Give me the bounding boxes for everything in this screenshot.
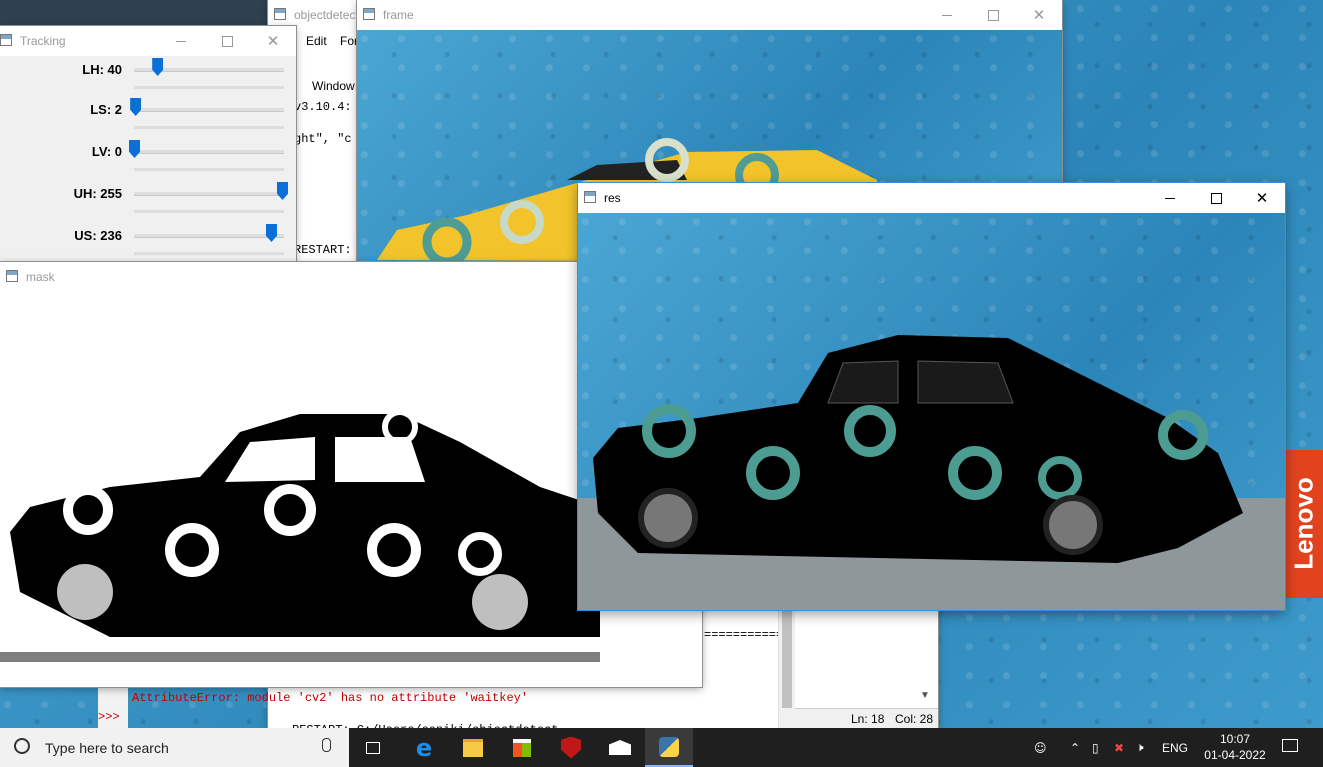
clock-time: 10:07 (1219, 732, 1251, 746)
search-circle-icon (14, 738, 30, 754)
res-close-button[interactable]: ✕ (1239, 183, 1285, 213)
show-hidden-icons-chevron-icon[interactable]: ⌃ (1070, 741, 1092, 755)
file-explorer-icon[interactable] (449, 728, 497, 767)
trackbar-label: LV: 0 (91, 144, 122, 159)
tracking-window[interactable]: Tracking ✕ LH: 40 LS: 2 LV: 0 UH: 255 US… (0, 26, 296, 262)
microphone-icon[interactable] (322, 738, 331, 752)
language-indicator[interactable]: ENG (1162, 741, 1192, 755)
slider-thumb[interactable] (152, 58, 164, 76)
taskbar: Type here to search e ☺ ⌃ ▯ ✖ 🕨 ENG 10:0… (0, 728, 1323, 767)
tracking-close-button[interactable]: ✕ (250, 26, 296, 56)
mask-title: mask (26, 270, 55, 284)
frame-maximize-button[interactable] (970, 0, 1016, 30)
idle-menu-edit[interactable]: Edit (306, 34, 327, 48)
opencv-window-icon (363, 8, 375, 20)
opencv-window-icon (584, 191, 596, 203)
volume-icon[interactable]: 🕨 (1136, 740, 1162, 755)
python-file-icon (274, 8, 286, 20)
frame-minimize-button[interactable] (924, 0, 970, 30)
tracking-maximize-button[interactable] (204, 26, 250, 56)
idle-separator: =========== (704, 628, 784, 642)
res-car-illustration (578, 335, 1285, 610)
idle-scroll-down-arrow[interactable]: ▼ (920, 690, 930, 701)
store-icon[interactable] (498, 728, 546, 767)
trackbar-label: LH: 40 (82, 62, 122, 77)
slider-track[interactable] (134, 108, 284, 112)
idle-menu-window[interactable]: Window (312, 79, 355, 93)
search-placeholder: Type here to search (45, 740, 169, 756)
slider-groove (134, 210, 284, 213)
slider-track[interactable] (134, 192, 284, 196)
battery-icon[interactable]: ▯ (1092, 741, 1114, 755)
trackbar-us[interactable]: US: 236 (0, 222, 296, 262)
people-icon[interactable]: ☺ (1034, 741, 1056, 755)
slider-groove (134, 252, 284, 255)
res-titlebar[interactable]: res ✕ (578, 183, 1285, 213)
slider-thumb[interactable] (277, 182, 288, 200)
mcafee-icon[interactable] (547, 728, 595, 767)
res-image (578, 213, 1285, 610)
idle-status-bar: Ln: 18 Col: 28 (795, 708, 938, 729)
trackbar-label: UH: 255 (73, 186, 122, 201)
slider-groove (134, 126, 284, 129)
taskbar-search-box[interactable]: Type here to search (0, 728, 349, 767)
res-window[interactable]: res ✕ (578, 183, 1285, 610)
notifications-icon[interactable] (1282, 739, 1298, 752)
opencv-window-icon (6, 270, 18, 282)
tracking-title: Tracking (20, 34, 66, 48)
idle-line-restart: RESTART: (294, 243, 352, 257)
status-col: Col: 28 (895, 712, 934, 726)
idle-prompt: >>> (98, 710, 120, 724)
idle-title: objectdetect (294, 8, 359, 22)
slider-thumb[interactable] (130, 98, 142, 116)
trackbar-ls[interactable]: LS: 2 (0, 96, 296, 138)
frame-close-button[interactable]: ✕ (1016, 0, 1062, 30)
idle-menu-format[interactable]: For (340, 34, 358, 48)
python-idle-taskbar-icon[interactable] (645, 728, 693, 767)
slider-groove (134, 168, 284, 171)
status-line: Ln: 18 (851, 712, 885, 726)
task-view-icon[interactable] (349, 728, 397, 767)
lenovo-logo-text: Lenovo (1288, 477, 1319, 570)
idle-line-code: ght", "c (294, 132, 352, 146)
trackbar-uh[interactable]: UH: 255 (0, 180, 296, 222)
slider-thumb[interactable] (129, 140, 140, 158)
trackbar-lh[interactable]: LH: 40 (0, 56, 296, 98)
slider-groove (134, 86, 284, 89)
slider-track[interactable] (134, 234, 284, 238)
system-tray: ☺ ⌃ ▯ ✖ 🕨 ENG (1034, 728, 1192, 767)
frame-titlebar[interactable]: frame ✕ (357, 0, 1062, 30)
lenovo-badge: Lenovo (1286, 450, 1323, 598)
res-minimize-button[interactable] (1147, 183, 1193, 213)
slider-thumb[interactable] (265, 224, 277, 242)
trackbar-label: LS: 2 (90, 102, 122, 117)
frame-title: frame (383, 8, 414, 22)
idle-line-version: v3.10.4: (294, 100, 352, 114)
network-disconnected-icon[interactable]: ✖ (1114, 741, 1136, 755)
res-title: res (604, 191, 621, 205)
idle-error-line: AttributeError: module 'cv2' has no attr… (132, 691, 529, 705)
clock[interactable]: 10:07 01-04-2022 (1200, 731, 1270, 763)
clock-date: 01-04-2022 (1204, 748, 1266, 762)
opencv-window-icon (0, 34, 12, 46)
idle-scrollbar[interactable] (778, 608, 795, 728)
edge-browser-icon[interactable]: e (400, 728, 448, 767)
res-maximize-button[interactable] (1193, 183, 1239, 213)
tracking-minimize-button[interactable] (158, 26, 204, 56)
slider-track[interactable] (134, 150, 284, 154)
idle-scrollbar-thumb[interactable] (782, 608, 792, 708)
trackbar-label: US: 236 (74, 228, 122, 243)
trackbar-panel: LH: 40 LS: 2 LV: 0 UH: 255 US: 236 (0, 56, 296, 262)
trackbar-lv[interactable]: LV: 0 (0, 138, 296, 180)
mail-icon[interactable] (596, 728, 644, 767)
tracking-titlebar[interactable]: Tracking ✕ (0, 26, 296, 56)
